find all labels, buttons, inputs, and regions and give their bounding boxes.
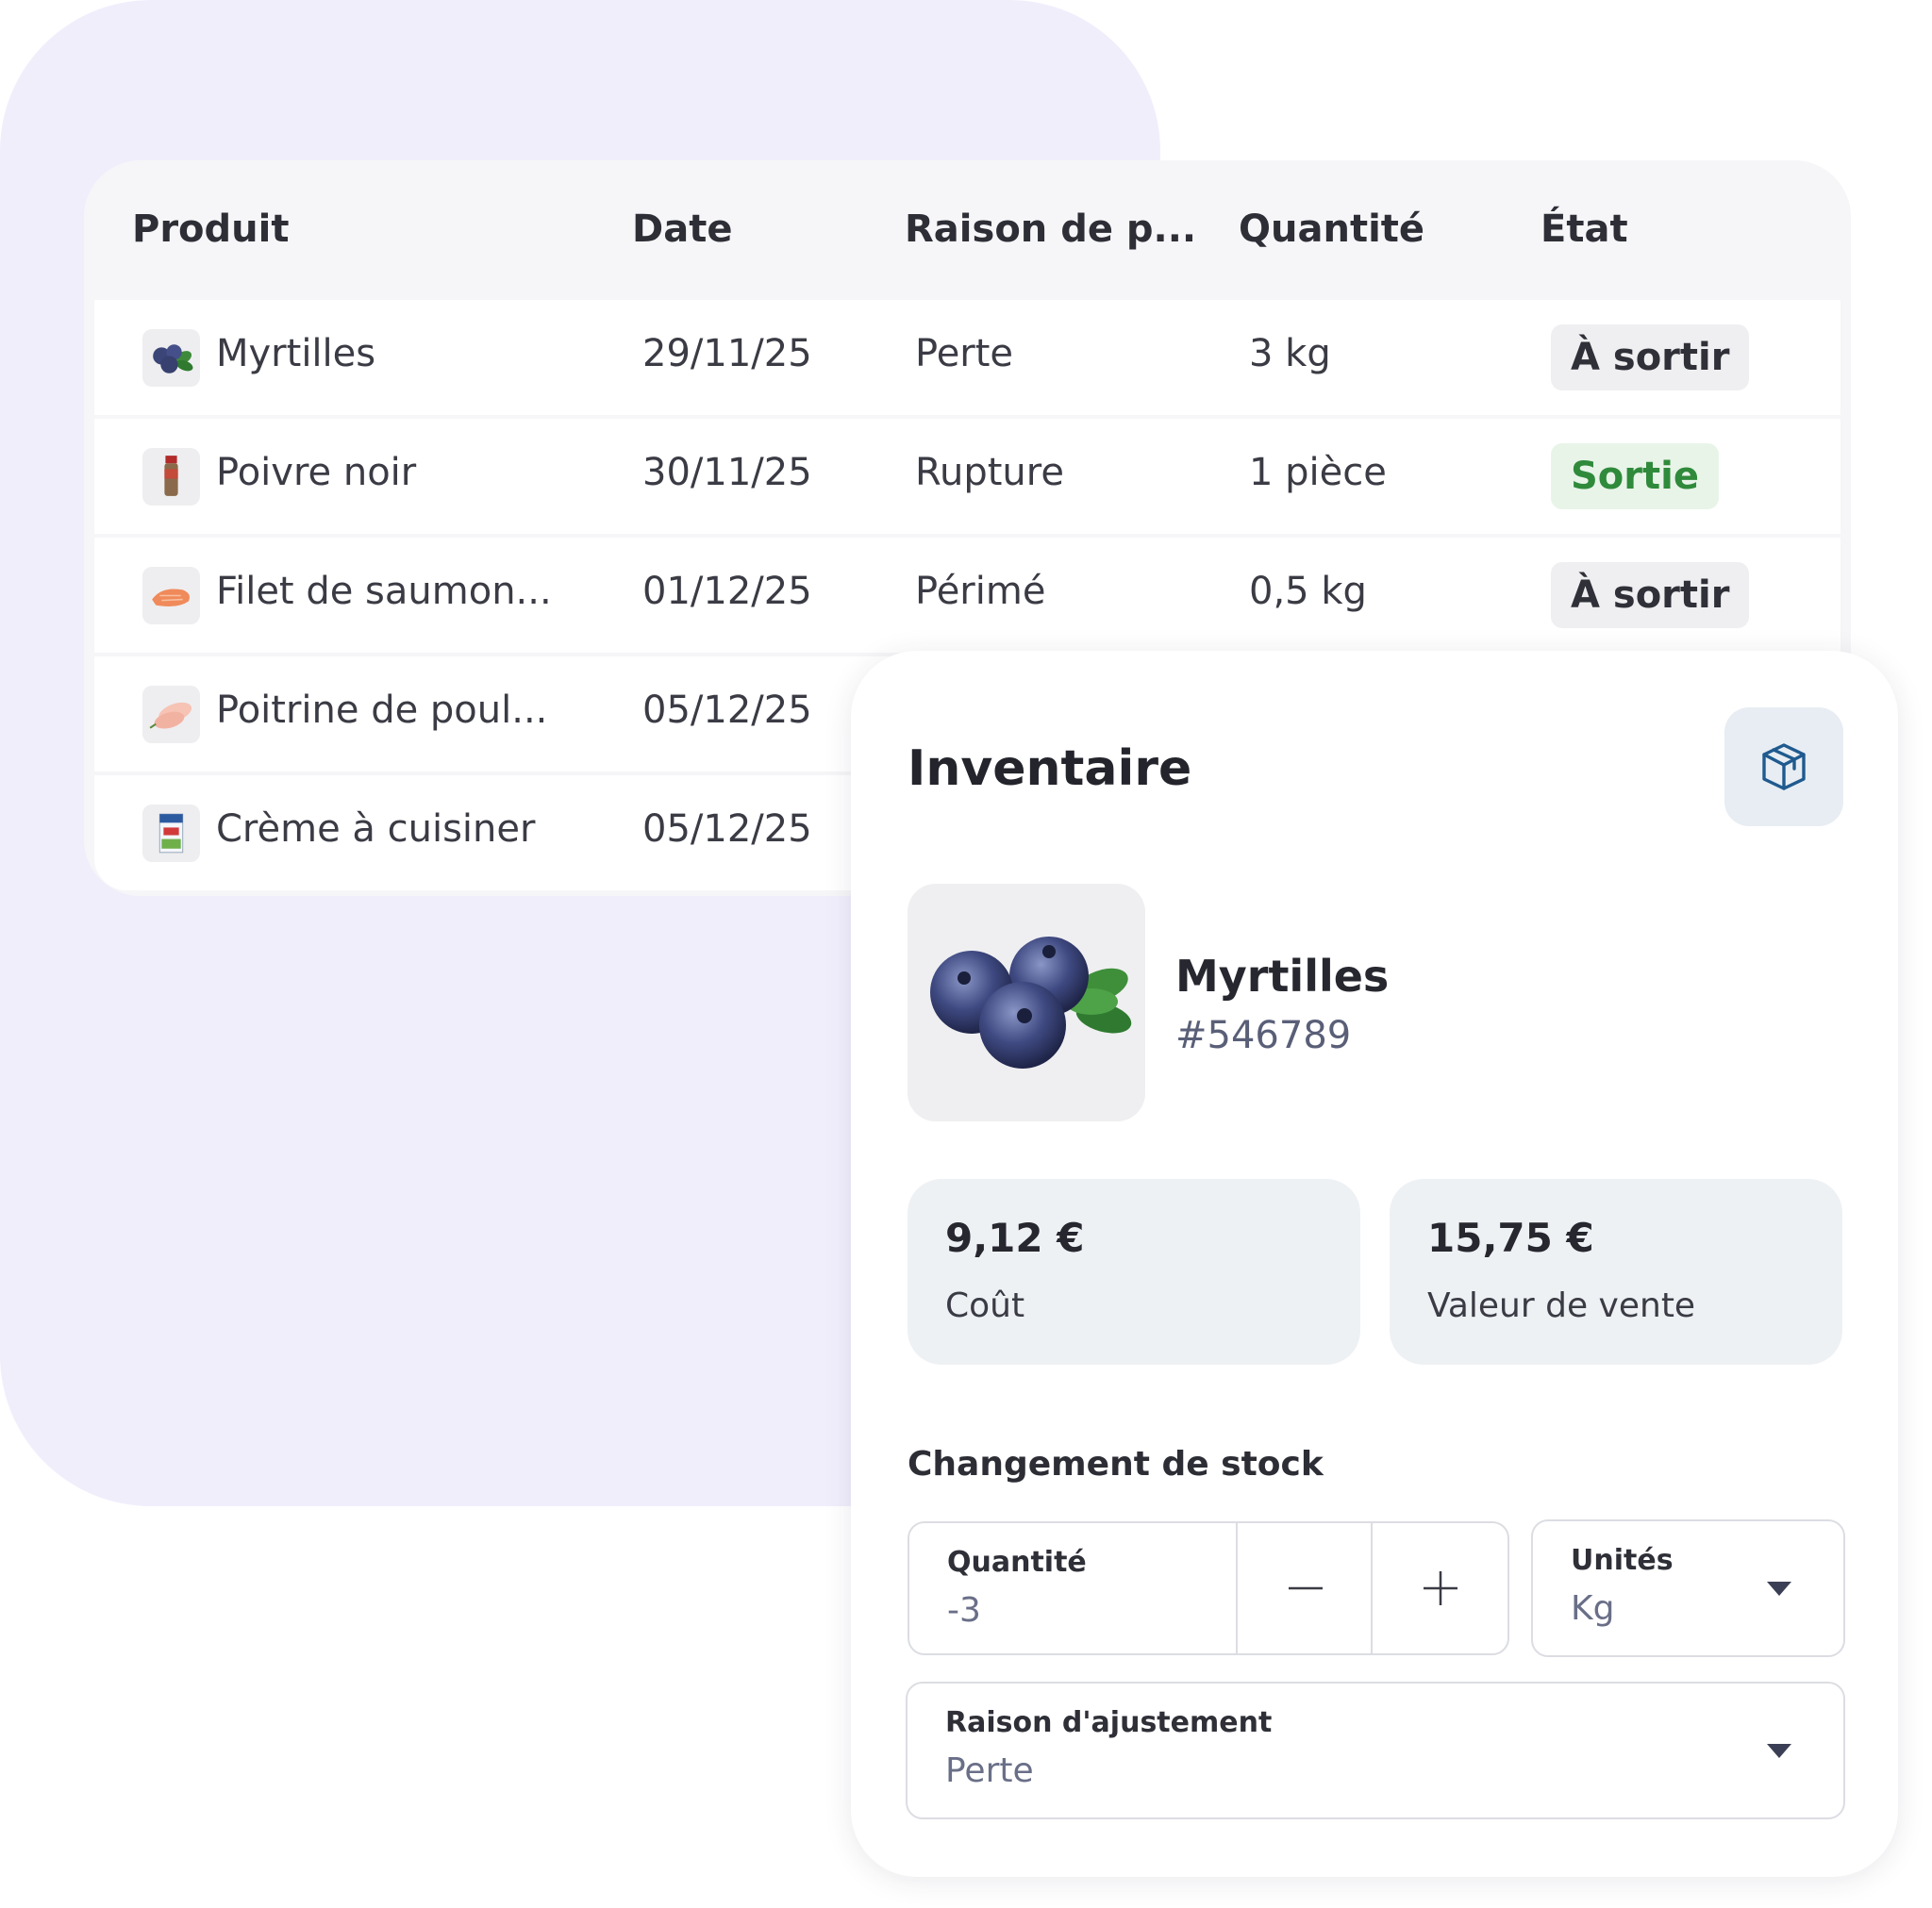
- status-badge: Sortie: [1551, 443, 1719, 509]
- column-header-reason[interactable]: Raison de p...: [905, 207, 1196, 251]
- product-name: Myrtilles: [216, 332, 376, 375]
- chevron-down-icon: [1767, 1744, 1791, 1758]
- salmon-fillet-icon: [142, 567, 200, 624]
- date-cell: 01/12/25: [642, 570, 812, 613]
- quantity-cell: 3 kg: [1249, 332, 1331, 375]
- reason-label: Raison d'ajustement: [945, 1706, 1273, 1739]
- date-cell: 30/11/25: [642, 451, 812, 494]
- product-name: Crème à cuisiner: [216, 807, 536, 851]
- minus-icon: [1288, 1586, 1323, 1590]
- quantity-input[interactable]: -3: [947, 1591, 981, 1630]
- reason-value: Perte: [945, 1751, 1034, 1790]
- product-name: Poivre noir: [216, 451, 417, 494]
- quantity-stepper: Quantité -3: [908, 1521, 1509, 1655]
- cost-value: 9,12 €: [945, 1215, 1085, 1261]
- product-name: Poitrine de poul...: [216, 689, 548, 732]
- product-code: #546789: [1175, 1014, 1352, 1057]
- sale-value: 15,75 €: [1427, 1215, 1594, 1261]
- adjustment-reason-select[interactable]: Raison d'ajustement Perte: [906, 1682, 1845, 1819]
- reason-cell: Périmé: [915, 570, 1046, 613]
- sale-value-card: 15,75 € Valeur de vente: [1390, 1179, 1842, 1365]
- column-header-quantity[interactable]: Quantité: [1239, 207, 1424, 251]
- units-select[interactable]: Unités Kg: [1531, 1519, 1845, 1657]
- cost-label: Coût: [945, 1286, 1025, 1325]
- panel-title: Inventaire: [908, 740, 1192, 797]
- table-row[interactable]: Filet de saumon... 01/12/25 Périmé 0,5 k…: [94, 538, 1840, 653]
- box-icon: [1762, 743, 1806, 790]
- date-cell: 05/12/25: [642, 689, 812, 732]
- reason-cell: Rupture: [915, 451, 1064, 494]
- table-row[interactable]: Poivre noir 30/11/25 Rupture 1 pièce Sor…: [94, 419, 1840, 534]
- inventory-panel: Inventaire Myrtilles #546789 9,12 € Coût…: [851, 651, 1898, 1877]
- column-header-date[interactable]: Date: [632, 207, 732, 251]
- column-header-product[interactable]: Produit: [132, 207, 289, 251]
- box-button[interactable]: [1724, 707, 1843, 826]
- units-value: Kg: [1571, 1589, 1615, 1628]
- quantity-cell: 0,5 kg: [1249, 570, 1367, 613]
- status-badge: À sortir: [1551, 562, 1750, 628]
- status-badge: À sortir: [1551, 324, 1750, 390]
- column-header-state[interactable]: État: [1541, 207, 1628, 251]
- stock-change-label: Changement de stock: [908, 1445, 1324, 1484]
- units-label: Unités: [1571, 1544, 1674, 1577]
- increment-button[interactable]: [1371, 1523, 1507, 1653]
- quantity-label: Quantité: [947, 1546, 1087, 1579]
- date-cell: 29/11/25: [642, 332, 812, 375]
- decrement-button[interactable]: [1236, 1523, 1373, 1653]
- pepper-jar-icon: [142, 448, 200, 506]
- product-name: Filet de saumon...: [216, 570, 552, 613]
- product-name: Myrtilles: [1175, 951, 1390, 1002]
- table-header: Produit Date Raison de p... Quantité Éta…: [84, 160, 1851, 302]
- reason-cell: Perte: [915, 332, 1014, 375]
- plus-icon: [1423, 1571, 1457, 1605]
- product-image: [908, 884, 1145, 1121]
- chicken-breast-icon: [142, 686, 200, 743]
- blueberries-icon: [142, 329, 200, 387]
- sale-value-label: Valeur de vente: [1427, 1286, 1696, 1325]
- cost-card: 9,12 € Coût: [908, 1179, 1360, 1365]
- quantity-cell: 1 pièce: [1249, 451, 1387, 494]
- table-row[interactable]: Myrtilles 29/11/25 Perte 3 kg À sortir: [94, 300, 1840, 415]
- chevron-down-icon: [1767, 1582, 1791, 1596]
- date-cell: 05/12/25: [642, 807, 812, 851]
- cream-carton-icon: [142, 805, 200, 862]
